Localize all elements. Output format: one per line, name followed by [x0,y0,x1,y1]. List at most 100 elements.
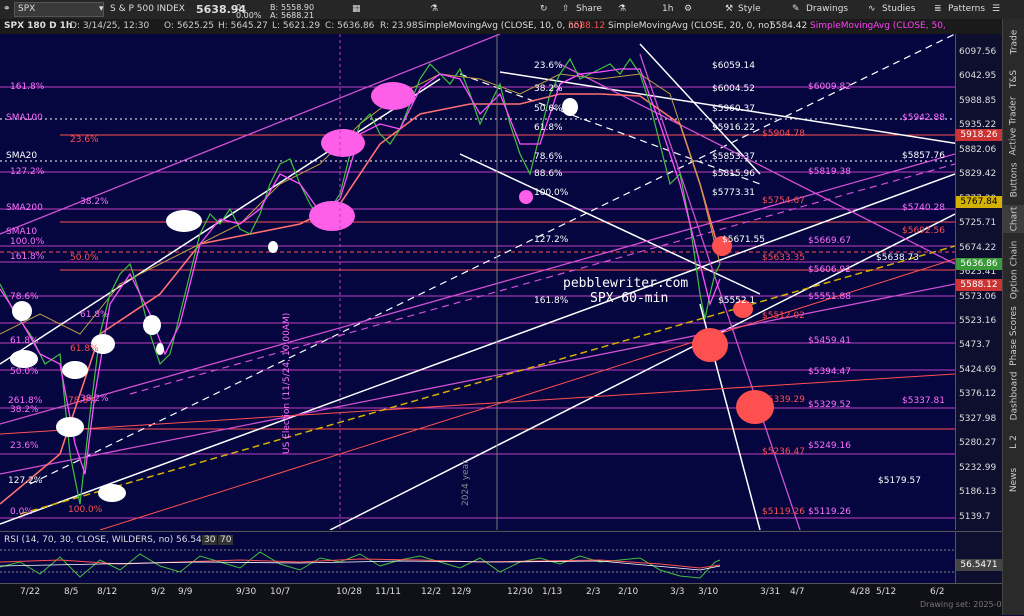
gear-icon[interactable]: ⚙ [684,3,692,16]
time-axis-label: 4/7 [790,587,805,597]
price-axis-label: 5725.71 [959,218,997,229]
time-axis[interactable]: Drawing set: 2025-03-1 7/22 8/5 8/12 9/2 9/9… [0,583,1015,616]
sidebar-tab-label: News [1009,467,1020,493]
level-label: $5773.31 [712,188,755,198]
sidebar-tab-l-2[interactable]: L 2 [1003,427,1024,457]
level-label: $5853.37 [712,152,755,162]
style-icon[interactable]: ⚒ [725,3,733,16]
bar-close: C: 5636.86 [325,21,375,31]
level-label: $5339.29 [762,395,805,405]
level-label: $5692.56 [902,226,945,236]
sma10-study-label[interactable]: SimpleMovingAvg (CLOSE, 10, 0, no) [418,20,583,33]
time-axis-label: 12/9 [451,587,472,597]
patterns-icon[interactable]: ≣ [934,3,942,16]
fib-mid-label: 88.6% [534,169,563,179]
time-axis-label: 5/12 [876,587,897,597]
level-label: $5669.67 [808,236,851,246]
time-axis-label: 6/2 [930,587,945,597]
share-icon[interactable]: ⇧ [562,3,570,16]
fib-left-label: 61.8% [10,336,39,346]
refresh-icon[interactable]: ↻ [540,3,548,16]
sidebar-tab-label: Dashboard [1009,371,1020,421]
grid-icon[interactable]: ▦ [352,3,361,16]
time-axis-label: 8/5 [64,587,79,597]
price-axis-label: 5186.13 [959,487,997,498]
sidebar-tab-news[interactable]: News [1003,463,1024,497]
sidebar-tab-active-trader[interactable]: Active Trader [1003,96,1024,156]
level-label: $5512.02 [762,311,805,321]
flask-icon-2[interactable]: ⚗ [618,3,626,16]
style-button[interactable]: Style [738,3,761,16]
sidebar-tab-option-chain[interactable]: Option Chain [1003,239,1024,301]
level-label: $5552.1 [718,296,756,306]
rsi-axis: 56.5471 [955,531,1003,584]
symbol-input[interactable]: SPX [14,2,104,17]
sidebar-tab-dashboard[interactable]: Dashboard [1003,371,1024,421]
sidebar-tab-phase-scores[interactable]: Phase Scores [1003,306,1024,366]
sma10-label: SMA10 [6,227,38,237]
fib-mid-label: 161.8% [534,296,569,306]
price-axis[interactable]: 6097.56 6042.95 5988.85 5935.22 5882.06 5829.… [955,34,1003,530]
time-axis-label: 9/2 [151,587,166,597]
sidebar-tab-buttons[interactable]: Buttons [1003,161,1024,199]
time-axis-label: 1/13 [542,587,563,597]
right-sidebar: Trade T&S Active Trader Buttons Chart Option … [1002,19,1024,615]
watermark-chart: SPX 60-min [590,291,669,306]
rsi-canvas [0,549,955,579]
price-axis-label: 5473.7 [959,340,991,351]
sidebar-tab-t-s[interactable]: T&S [1003,67,1024,91]
link-icon[interactable]: ⚭ [3,3,11,16]
timeframe-button[interactable]: 1h [662,3,673,16]
flask-icon[interactable]: ⚗ [430,3,438,16]
sidebar-tab-label: Buttons [1009,162,1019,198]
chart-header: SPX 180 D 1h D: 3/14/25, 12:30 O: 5625.2… [0,19,1002,35]
patterns-button[interactable]: Patterns [948,3,985,16]
sidebar-tab-label: L 2 [1008,435,1019,449]
rsi-panel[interactable]: RSI (14, 70, 30, CLOSE, WILDERS, no) 56.… [0,531,955,584]
fib-left-label: 23.6% [10,441,39,451]
level-label: $5329.52 [808,400,851,410]
level-label: $5633.35 [762,253,805,263]
fib-left-label: 161.8% [10,252,45,262]
sidebar-tab-label: T&S [1008,69,1019,89]
level-label: $5236.47 [762,447,805,457]
price-tag: 5588.12 [956,279,1002,291]
white-markers [10,98,578,502]
time-axis-label: 2/3 [586,587,601,597]
sidebar-tab-trade[interactable]: Trade [1003,23,1024,61]
fib-mid-label: 100.0% [534,188,569,198]
fib-mid-label: 23.6% [534,61,563,71]
magenta-dashed-trendlines [129,163,955,395]
price-chart[interactable]: 161.8% 127.2% 38.2% 100.0% 161.8% 78.6% … [0,34,955,530]
studies-icon[interactable]: ∿ [868,3,876,16]
time-axis-label: 9/30 [236,587,257,597]
time-axis-label: 11/11 [375,587,401,597]
studies-button[interactable]: Studies [882,3,915,16]
time-axis-label: 3/3 [670,587,685,597]
fib-left-label: 127.2% [8,476,43,486]
bar-high: H: 5645.27 [218,21,268,31]
sidebar-tab-chart[interactable]: Chart [1003,205,1024,233]
menu-icon[interactable]: ☰ [992,3,1000,16]
sma50-study-label[interactable]: SimpleMovingAvg (CLOSE, 50, [810,20,946,33]
sma20-study-value: 5584.42 [770,21,808,31]
fib-left-label: 78.6% [68,396,97,406]
bar-low: L: 5621.29 [272,21,321,31]
sidebar-tab-label: Active Trader [1009,96,1020,156]
level-label: $6009.82 [808,82,851,92]
share-button[interactable]: Share [576,3,602,16]
fib-left-label: 0.0% [10,507,33,517]
drawings-icon[interactable]: ✎ [792,3,800,16]
level-label: $5960.37 [712,104,755,114]
sidebar-tab-label: Option Chain [1009,240,1020,300]
level-label: $5119.26 [762,507,805,517]
price-axis-label: 5280.27 [959,438,997,449]
sma20-study-label[interactable]: SimpleMovingAvg (CLOSE, 20, 0, no) [608,20,773,33]
level-label: $5249.16 [808,441,851,451]
drawings-button[interactable]: Drawings [806,3,848,16]
sidebar-tab-label: Trade [1009,29,1020,55]
chevron-down-icon[interactable]: ▾ [99,3,104,16]
level-label: $5740.28 [902,203,945,213]
price-axis-label: 5424.69 [959,364,997,375]
fib-left-label: 61.8% [80,310,109,320]
